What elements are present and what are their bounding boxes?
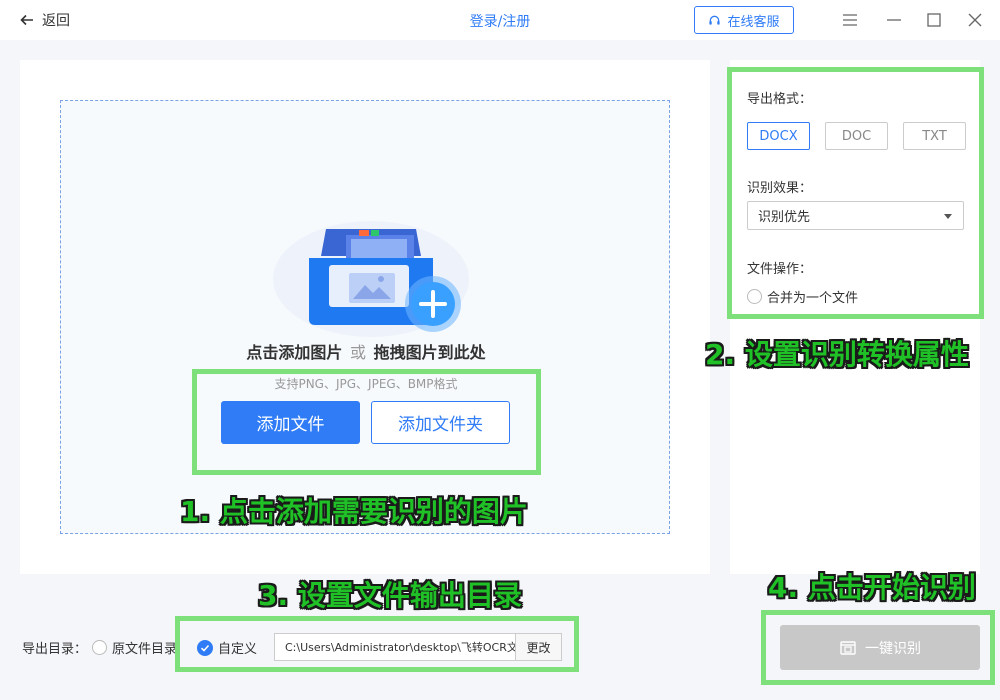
minimize-button[interactable] [884, 10, 904, 30]
online-service-button[interactable]: 在线客服 [694, 6, 794, 34]
output-path-field[interactable]: C:\Users\Administrator\desktop\飞转OCR文 [274, 633, 516, 661]
format-docx-button[interactable]: DOCX [747, 122, 810, 150]
recognition-effect-select[interactable]: 识别优先 [747, 201, 964, 230]
export-format-label: 导出格式： [747, 92, 813, 107]
step4-annotation: 4. 点击开始识别 [768, 571, 976, 604]
drop-zone[interactable]: 点击添加图片 或 拖拽图片到此处 支持PNG、JPG、JPEG、BMP格式 添加… [60, 100, 670, 534]
recognize-button[interactable]: 一键识别 [780, 625, 980, 670]
recognition-effect-label: 识别效果： [747, 181, 813, 196]
add-folder-button[interactable]: 添加文件夹 [371, 401, 510, 444]
scan-icon [840, 640, 856, 655]
minimize-icon [887, 19, 901, 21]
file-operation-label: 文件操作： [747, 262, 813, 277]
custom-dir-option[interactable]: 自定义 [197, 638, 257, 657]
maximize-icon [927, 13, 941, 27]
original-dir-label: 原文件目录 [112, 642, 178, 657]
output-dir-label: 导出目录： [22, 642, 88, 657]
menu-icon [843, 14, 857, 26]
online-service-label: 在线客服 [727, 14, 780, 30]
login-register-link[interactable]: 登录/注册 [470, 14, 531, 30]
drop-instruction: 点击添加图片 或 拖拽图片到此处 [246, 343, 486, 362]
menu-button[interactable] [840, 10, 860, 30]
custom-dir-radio[interactable] [197, 639, 213, 656]
upload-folder-illustration [273, 221, 469, 337]
step3-annotation: 3. 设置文件输出目录 [258, 579, 522, 612]
recognition-effect-value: 识别优先 [758, 210, 811, 225]
maximize-button[interactable] [924, 10, 944, 30]
step2-annotation: 2. 设置识别转换属性 [705, 338, 969, 371]
arrow-left-icon [20, 14, 33, 26]
format-doc-button[interactable]: DOC [825, 122, 888, 150]
title-bar: 返回 登录/注册 在线客服 [0, 0, 1000, 40]
check-icon [200, 644, 210, 652]
original-dir-radio[interactable] [92, 640, 107, 655]
chevron-down-icon [944, 214, 952, 219]
headset-icon [709, 15, 721, 25]
add-file-button[interactable]: 添加文件 [221, 401, 360, 444]
supported-formats-text: 支持PNG、JPG、JPEG、BMP格式 [274, 377, 458, 391]
merge-files-option[interactable]: 合并为一个文件 [747, 287, 858, 306]
custom-dir-label: 自定义 [218, 642, 258, 657]
change-dir-button[interactable]: 更改 [515, 633, 562, 661]
merge-radio[interactable] [747, 289, 762, 304]
back-button[interactable]: 返回 [20, 10, 70, 30]
back-label: 返回 [42, 13, 70, 29]
settings-panel: 导出格式： DOCX DOC TXT 识别效果： 识别优先 文件操作： 合并为一… [730, 60, 980, 574]
close-icon [968, 13, 982, 27]
format-txt-button[interactable]: TXT [903, 122, 966, 150]
recognize-label: 一键识别 [865, 640, 921, 657]
close-button[interactable] [965, 10, 985, 30]
merge-label: 合并为一个文件 [767, 291, 859, 306]
original-dir-option[interactable]: 原文件目录 [92, 638, 177, 657]
step1-annotation: 1. 点击添加需要识别的图片 [180, 495, 528, 528]
